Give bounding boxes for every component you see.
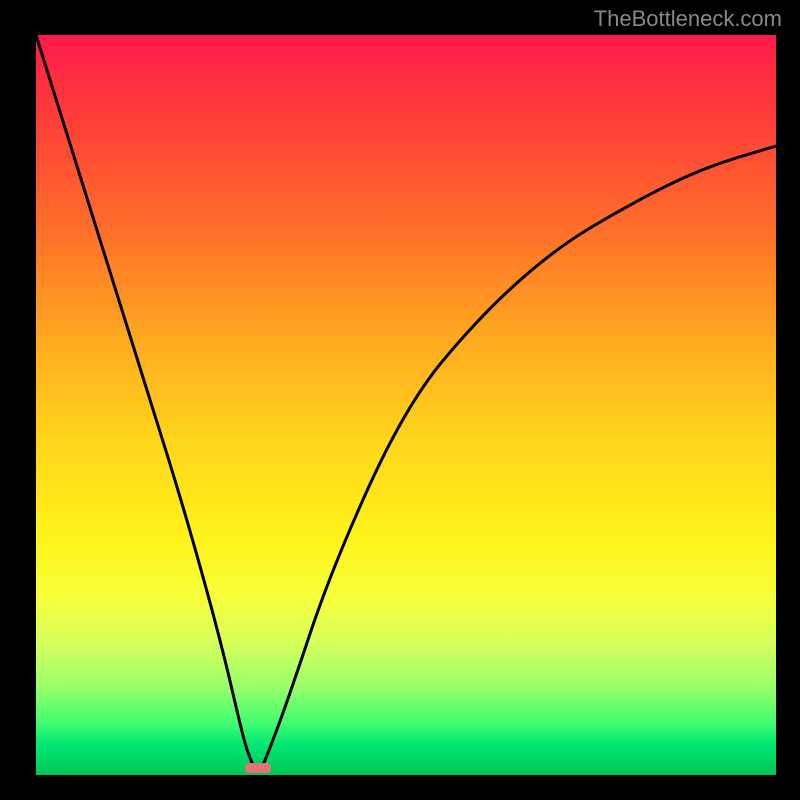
- chart-plot-area: [36, 35, 776, 775]
- dip-marker: [245, 763, 271, 773]
- watermark-text: TheBottleneck.com: [594, 6, 782, 32]
- bottleneck-curve: [36, 35, 776, 775]
